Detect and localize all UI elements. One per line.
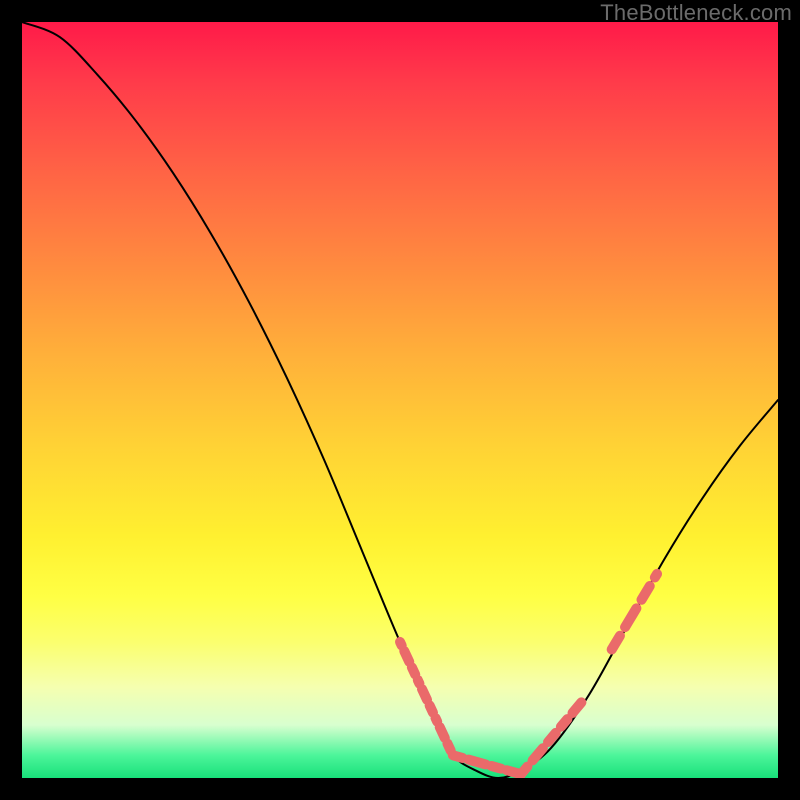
highlight-group <box>400 574 657 774</box>
chart-svg <box>22 22 778 778</box>
bottleneck-curve <box>22 22 778 778</box>
highlight-segment <box>521 702 581 774</box>
highlight-segment <box>612 574 657 650</box>
chart-frame: TheBottleneck.com <box>0 0 800 800</box>
plot-area <box>22 22 778 778</box>
highlight-segment <box>400 642 453 755</box>
